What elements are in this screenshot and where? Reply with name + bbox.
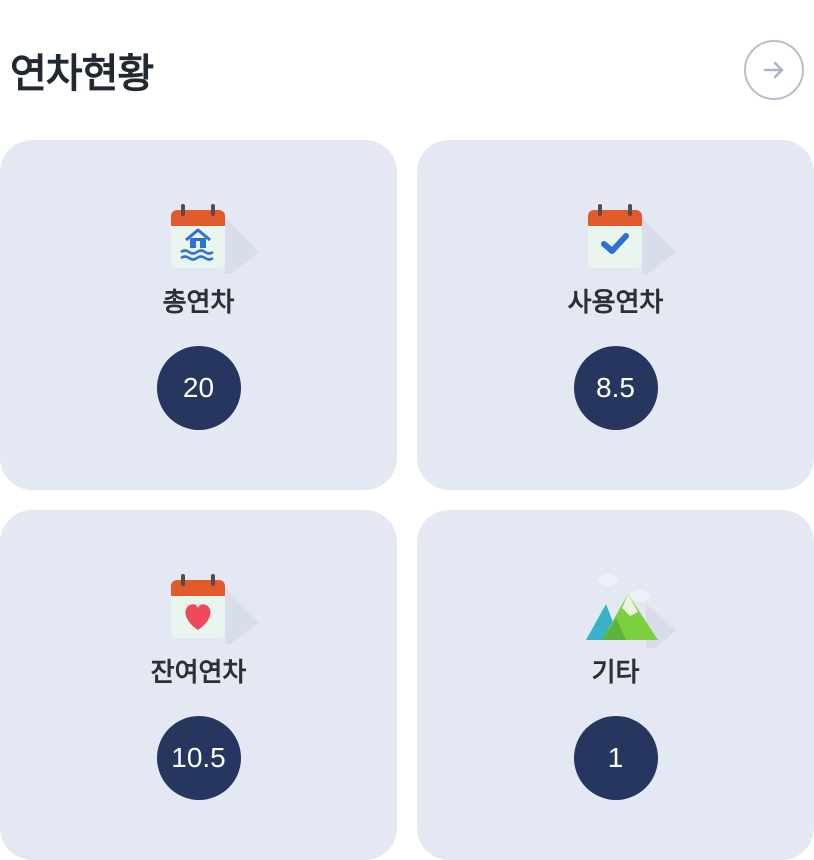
card-used-leave[interactable]: 사용연차 8.5 xyxy=(417,140,814,490)
card-value-badge: 8.5 xyxy=(573,346,658,430)
card-label: 총연차 xyxy=(162,288,235,318)
card-total-leave[interactable]: 총연차 20 xyxy=(0,140,397,490)
calendar-check-icon xyxy=(587,204,676,274)
card-other[interactable]: 기타 1 xyxy=(417,510,814,860)
card-remaining-leave[interactable]: 잔여연차 10.5 xyxy=(0,510,397,860)
card-value-badge: 1 xyxy=(573,716,658,800)
card-label: 잔여연차 xyxy=(150,658,247,688)
calendar-vacation-icon xyxy=(170,204,259,274)
page-title: 연차현황 xyxy=(10,51,154,97)
card-value-badge: 20 xyxy=(156,346,241,430)
card-value-badge: 10.5 xyxy=(156,716,241,800)
card-label: 사용연차 xyxy=(567,288,664,318)
section-header: 연차현황 xyxy=(0,40,814,104)
more-button[interactable] xyxy=(744,40,804,100)
calendar-heart-icon xyxy=(170,574,259,644)
arrow-right-icon xyxy=(763,61,784,79)
card-label: 기타 xyxy=(591,658,640,688)
mountain-icon xyxy=(585,574,676,648)
